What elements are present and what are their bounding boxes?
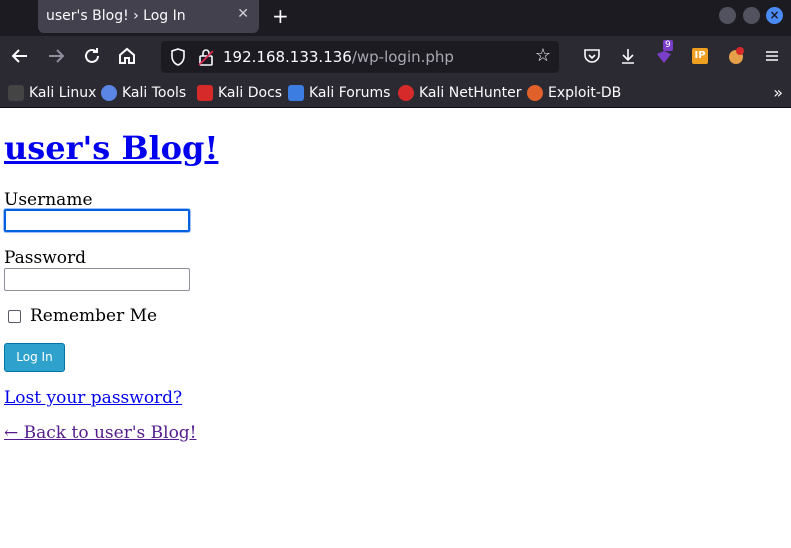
bookmark-kali-linux[interactable]: Kali Linux: [8, 84, 96, 102]
bookmarks-toolbar: Kali Linux Kali Tools Kali Docs Kali For…: [0, 78, 791, 108]
url-host: 192.168.133.136: [223, 48, 352, 66]
tab-title: user's Blog! › Log In: [46, 8, 186, 24]
reload-icon: [85, 48, 99, 63]
arrow-right-icon: [49, 49, 65, 63]
window-maximize-button[interactable]: [743, 7, 760, 24]
star-icon[interactable]: ☆: [535, 45, 551, 66]
shield-icon[interactable]: [169, 47, 187, 67]
extension-ublock-icon[interactable]: 9: [654, 40, 674, 66]
kali-nethunter-icon: [398, 85, 414, 101]
bookmark-kali-docs[interactable]: Kali Docs: [197, 84, 282, 102]
reload-button[interactable]: [80, 44, 104, 68]
username-label: Username: [4, 190, 93, 210]
tab-bar: user's Blog! › Log In ✕ + ×: [0, 0, 791, 36]
url-text[interactable]: 192.168.133.136/wp-login.php: [223, 48, 454, 66]
home-button[interactable]: [115, 44, 139, 68]
bookmark-label: Kali Docs: [218, 85, 283, 101]
bookmark-kali-forums[interactable]: Kali Forums: [288, 84, 390, 102]
hamburger-menu-icon[interactable]: [762, 46, 782, 66]
arrow-left-icon: [11, 49, 27, 63]
bookmark-label: Kali Linux: [29, 85, 97, 101]
back-to-blog-link[interactable]: ← Back to user's Blog!: [4, 423, 197, 443]
bookmark-label: Kali NetHunter: [419, 85, 522, 101]
remember-me-label[interactable]: Remember Me: [30, 306, 157, 326]
bookmark-kali-nethunter[interactable]: Kali NetHunter: [398, 84, 521, 102]
chevron-double-right-icon[interactable]: »: [773, 83, 783, 102]
bookmark-exploit-db[interactable]: Exploit-DB: [527, 84, 621, 102]
forward-button[interactable]: [44, 44, 68, 68]
username-input[interactable]: [4, 209, 190, 232]
extension-cookie-icon[interactable]: [726, 46, 746, 66]
lock-icon[interactable]: [197, 47, 215, 67]
bookmark-label: Exploit-DB: [548, 85, 622, 101]
bookmark-label: Kali Forums: [309, 85, 391, 101]
site-title-link[interactable]: user's Blog!: [4, 129, 218, 167]
bookmark-label: Kali Tools: [122, 85, 187, 101]
url-path: /wp-login.php: [351, 48, 454, 66]
remember-me-checkbox[interactable]: [8, 310, 21, 323]
extension-badge: 9: [663, 40, 673, 51]
login-button[interactable]: Log In: [4, 343, 65, 372]
kali-dragon-icon: [8, 85, 24, 101]
bookmark-kali-tools[interactable]: Kali Tools: [101, 84, 186, 102]
extension-ip-icon[interactable]: IP: [690, 46, 710, 66]
page-content: user's Blog! Username Password Remember …: [0, 109, 791, 548]
url-bar[interactable]: 192.168.133.136/wp-login.php ☆: [161, 41, 559, 73]
download-icon[interactable]: [618, 46, 638, 66]
new-tab-button[interactable]: +: [272, 4, 289, 28]
tab-close-icon[interactable]: ✕: [237, 6, 249, 22]
kali-docs-icon: [197, 85, 213, 101]
lost-password-link[interactable]: Lost your password?: [4, 388, 182, 408]
exploit-db-icon: [527, 85, 543, 101]
tab-active[interactable]: user's Blog! › Log In ✕: [38, 0, 259, 33]
window-minimize-button[interactable]: [719, 7, 736, 24]
kali-forums-icon: [288, 85, 304, 101]
home-icon: [119, 47, 135, 64]
password-input[interactable]: [4, 268, 190, 291]
navigation-bar: 192.168.133.136/wp-login.php ☆ 9 IP: [0, 36, 791, 78]
window-close-button[interactable]: ×: [766, 7, 783, 24]
kali-tools-icon: [101, 85, 117, 101]
back-button[interactable]: [8, 44, 32, 68]
password-label: Password: [4, 248, 87, 268]
pocket-icon[interactable]: [582, 46, 602, 66]
